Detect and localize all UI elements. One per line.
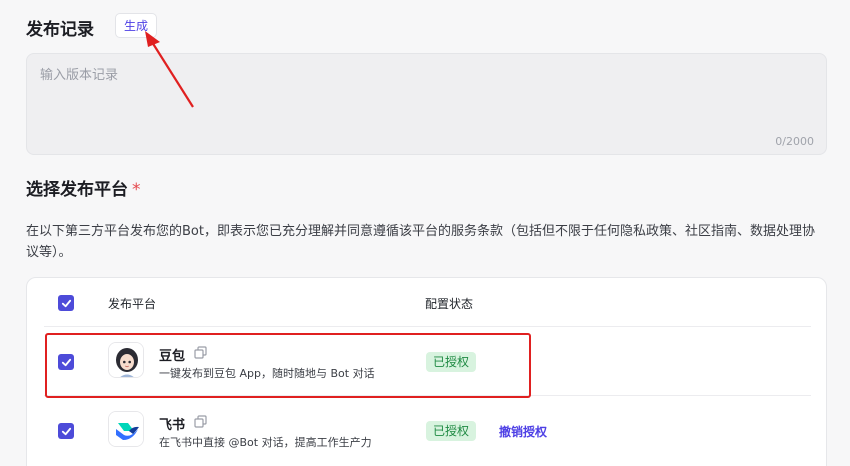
select-all-checkbox[interactable] bbox=[58, 295, 74, 311]
release-notes-textarea[interactable]: 输入版本记录 0/2000 bbox=[26, 53, 827, 155]
feishu-logo-icon bbox=[108, 411, 144, 447]
table-row: 飞书 在飞书中直接 @Bot 对话，提高工作生产力 已授权 撤销授权 bbox=[44, 395, 811, 464]
doubao-avatar-icon bbox=[108, 342, 144, 378]
platform-description: 在飞书中直接 @Bot 对话，提高工作生产力 bbox=[159, 436, 372, 449]
copy-icon[interactable] bbox=[194, 346, 207, 363]
table-row: 豆包 一键发布到豆包 App，随时随地与 Bot 对话 已授权 bbox=[44, 326, 811, 395]
platform-name: 飞书 bbox=[159, 418, 186, 433]
platform-name-row: 飞书 bbox=[159, 414, 207, 433]
check-icon bbox=[61, 299, 71, 307]
status-badge: 已授权 bbox=[426, 421, 477, 441]
table-header: 发布平台 配置状态 bbox=[27, 278, 826, 327]
char-counter: 0/2000 bbox=[775, 135, 814, 148]
platform-description: 一键发布到豆包 App，随时随地与 Bot 对话 bbox=[159, 367, 375, 380]
platform-select-heading: 选择发布平台 * bbox=[26, 175, 141, 200]
required-mark: * bbox=[132, 180, 141, 200]
platform-terms-description: 在以下第三方平台发布您的Bot，即表示您已充分理解并同意遵循该平台的服务条款（包… bbox=[26, 224, 815, 260]
check-icon bbox=[61, 427, 71, 435]
check-icon bbox=[61, 358, 71, 366]
platform-name-row: 豆包 bbox=[159, 345, 207, 364]
platform-table: 发布平台 配置状态 豆包 一键发布到豆包 App，随时随地与 Bot 对话 已授… bbox=[26, 277, 827, 466]
row-checkbox[interactable] bbox=[58, 423, 74, 439]
col-header-status: 配置状态 bbox=[425, 297, 474, 311]
col-header-platform: 发布平台 bbox=[108, 297, 157, 311]
release-record-title: 发布记录 bbox=[26, 20, 94, 40]
row-checkbox[interactable] bbox=[58, 354, 74, 370]
generate-button[interactable]: 生成 bbox=[115, 13, 157, 38]
revoke-authorization-link[interactable]: 撤销授权 bbox=[499, 423, 547, 440]
platform-select-title: 选择发布平台 bbox=[26, 180, 128, 200]
copy-icon[interactable] bbox=[194, 415, 207, 432]
status-badge: 已授权 bbox=[426, 352, 477, 372]
platform-name: 豆包 bbox=[159, 349, 186, 364]
release-notes-placeholder: 输入版本记录 bbox=[40, 68, 119, 83]
